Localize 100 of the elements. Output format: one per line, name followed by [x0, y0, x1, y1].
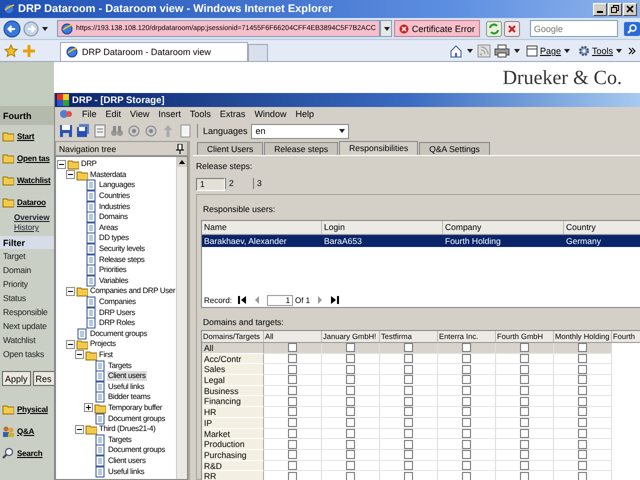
- page-icon[interactable]: [178, 124, 192, 138]
- checkbox[interactable]: [578, 396, 587, 406]
- checkbox[interactable]: [578, 440, 587, 449]
- search-field[interactable]: Google: [530, 20, 618, 37]
- checkbox[interactable]: [346, 343, 355, 352]
- row-header[interactable]: Business: [202, 386, 264, 396]
- table-row[interactable]: Barakhaev, Alexander BaraA653 Fourth Holding Germany: [202, 235, 640, 247]
- menu-item[interactable]: View: [130, 109, 150, 119]
- expand-icon[interactable]: [84, 403, 93, 412]
- checkbox[interactable]: [520, 472, 529, 480]
- column-header[interactable]: Country: [564, 221, 640, 234]
- checkbox[interactable]: [462, 364, 471, 374]
- maximize-button[interactable]: [608, 2, 622, 16]
- circle-icon[interactable]: [144, 124, 158, 138]
- collapse-icon[interactable]: [75, 424, 84, 434]
- checkbox[interactable]: [578, 354, 587, 364]
- collapse-icon[interactable]: [57, 160, 66, 169]
- checkbox[interactable]: [288, 375, 297, 384]
- checkbox[interactable]: [288, 472, 297, 480]
- nav-link[interactable]: Search: [17, 448, 42, 458]
- last-icon[interactable]: [330, 295, 340, 305]
- checkbox[interactable]: [346, 472, 355, 480]
- checkbox[interactable]: [520, 375, 529, 384]
- checkbox[interactable]: [404, 407, 413, 416]
- row-header[interactable]: RR: [202, 471, 264, 480]
- column-header[interactable]: Company: [443, 221, 564, 234]
- checkbox[interactable]: [520, 364, 529, 374]
- tab[interactable]: Q&A Settings: [419, 142, 490, 155]
- record-field[interactable]: 1: [267, 294, 294, 306]
- checkbox[interactable]: [578, 472, 587, 480]
- checkbox[interactable]: [520, 396, 529, 406]
- checkbox[interactable]: [404, 396, 413, 406]
- checkbox[interactable]: [404, 343, 413, 352]
- checkbox[interactable]: [520, 450, 529, 460]
- caret-icon[interactable]: [466, 47, 474, 55]
- step-tab[interactable]: 2: [225, 178, 253, 189]
- checkbox[interactable]: [462, 354, 471, 364]
- column-header[interactable]: Login: [322, 221, 443, 234]
- checkbox[interactable]: [346, 364, 355, 374]
- home-icon[interactable]: [448, 44, 463, 58]
- star-icon[interactable]: [4, 44, 18, 58]
- checkbox[interactable]: [462, 428, 471, 438]
- save-icon[interactable]: [59, 124, 73, 138]
- checkbox[interactable]: [462, 440, 471, 449]
- menu-item[interactable]: Edit: [106, 109, 122, 119]
- nav-link[interactable]: History: [14, 223, 54, 233]
- checkbox[interactable]: [578, 428, 587, 438]
- tab[interactable]: Responsibilities: [339, 141, 418, 155]
- checkbox[interactable]: [520, 418, 529, 428]
- button[interactable]: Res: [32, 371, 54, 386]
- checkbox[interactable]: [288, 396, 297, 406]
- checkbox[interactable]: [288, 460, 297, 470]
- tools-menu-button[interactable]: Tools: [576, 45, 625, 57]
- checkbox[interactable]: [520, 407, 529, 416]
- checkbox[interactable]: [346, 354, 355, 364]
- checkbox[interactable]: [404, 472, 413, 480]
- refresh-icon[interactable]: [486, 20, 502, 36]
- dropdown-button[interactable]: [380, 20, 392, 37]
- checkbox[interactable]: [288, 418, 297, 428]
- checkbox[interactable]: [288, 364, 297, 374]
- row-header[interactable]: Sales: [202, 364, 264, 376]
- checkbox[interactable]: [346, 386, 355, 396]
- language-dropdown[interactable]: en: [250, 124, 349, 138]
- checkbox[interactable]: [462, 375, 471, 384]
- checkbox[interactable]: [404, 354, 413, 364]
- checkbox[interactable]: [404, 375, 413, 384]
- save-all-icon[interactable]: [76, 124, 90, 138]
- collapse-icon[interactable]: [66, 340, 75, 349]
- menu-item[interactable]: Tools: [190, 109, 211, 119]
- row-header[interactable]: R&D: [202, 460, 264, 472]
- checkbox[interactable]: [520, 428, 529, 438]
- close-button[interactable]: [623, 2, 637, 16]
- pin-icon[interactable]: [176, 144, 184, 154]
- row-header[interactable]: Financing: [202, 396, 264, 408]
- checkbox[interactable]: [404, 450, 413, 460]
- checkbox[interactable]: [346, 396, 355, 406]
- checkbox[interactable]: [288, 407, 297, 416]
- step-tab[interactable]: 3: [253, 178, 281, 189]
- checkbox[interactable]: [578, 450, 587, 460]
- tab[interactable]: Client Users: [197, 142, 264, 155]
- checkbox[interactable]: [346, 407, 355, 416]
- checkbox[interactable]: [520, 440, 529, 449]
- checkbox[interactable]: [288, 440, 297, 449]
- checkbox[interactable]: [462, 450, 471, 460]
- scrollbar[interactable]: [176, 157, 187, 479]
- minimize-button[interactable]: [593, 2, 607, 16]
- checkbox[interactable]: [578, 386, 587, 396]
- checkbox[interactable]: [578, 407, 587, 416]
- checkbox[interactable]: [404, 418, 413, 428]
- checkbox[interactable]: [346, 440, 355, 449]
- checkbox[interactable]: [404, 460, 413, 470]
- checkbox[interactable]: [462, 460, 471, 470]
- checkbox[interactable]: [404, 386, 413, 396]
- browser-tab[interactable]: DRP Dataroom - Dataroom view: [60, 42, 248, 61]
- stop-icon[interactable]: [504, 20, 520, 36]
- menu-item[interactable]: Insert: [158, 109, 181, 119]
- button[interactable]: Apply: [2, 371, 31, 386]
- row-header[interactable]: HR: [202, 407, 264, 418]
- checkbox[interactable]: [288, 386, 297, 396]
- checkbox[interactable]: [520, 343, 529, 352]
